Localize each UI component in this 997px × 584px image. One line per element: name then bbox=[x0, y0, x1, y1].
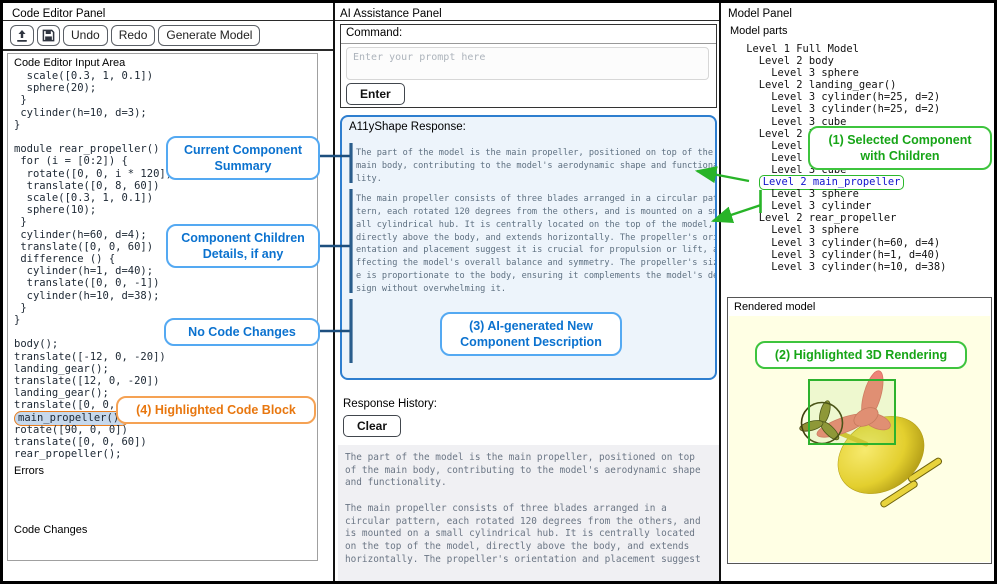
tree-items-after: Level 3 sphere Level 3 cylinder Level 2 … bbox=[740, 188, 946, 273]
upload-icon bbox=[15, 29, 29, 43]
code-text-after: rotate([90, 0, 0]) translate([0, 0, 60])… bbox=[14, 424, 147, 460]
undo-button[interactable]: Undo bbox=[63, 25, 108, 46]
save-button[interactable] bbox=[37, 25, 60, 46]
divider bbox=[341, 43, 716, 44]
code-editor-panel-title: Code Editor Panel bbox=[12, 8, 105, 20]
divider bbox=[335, 20, 719, 22]
callout-ai-generated-description: (3) AI-generated New Component Descripti… bbox=[440, 312, 622, 356]
clear-button[interactable]: Clear bbox=[343, 415, 401, 437]
response-history-label: Response History: bbox=[343, 398, 437, 410]
response-history-text: The part of the model is the main propel… bbox=[345, 452, 719, 566]
a11yshape-app-window: Code Editor Panel Undo Redo Generate Mod… bbox=[0, 0, 997, 584]
callout-highlighted-3d-rendering: (2) Highlighted 3D Rendering bbox=[755, 341, 967, 369]
code-editor-input-area-label: Code Editor Input Area bbox=[14, 57, 317, 69]
ai-assistance-panel-title: AI Assistance Panel bbox=[340, 8, 442, 20]
response-history-area[interactable]: The part of the model is the main propel… bbox=[338, 445, 719, 581]
a11yshape-response-label: A11yShape Response: bbox=[349, 121, 466, 133]
save-icon bbox=[42, 29, 55, 42]
command-section: Command: Enter bbox=[340, 24, 717, 108]
generate-model-button[interactable]: Generate Model bbox=[158, 25, 260, 46]
divider bbox=[3, 49, 333, 51]
rendered-model-label: Rendered model bbox=[734, 301, 815, 313]
redo-button[interactable]: Redo bbox=[111, 25, 156, 46]
callout-current-component-summary: Current Component Summary bbox=[166, 136, 320, 180]
callout-component-children-details: Component Children Details, if any bbox=[166, 224, 320, 268]
response-paragraph-summary: The part of the model is the main propel… bbox=[356, 147, 717, 186]
callout-no-code-changes: No Code Changes bbox=[164, 318, 320, 346]
prompt-input[interactable] bbox=[346, 47, 709, 80]
enter-button[interactable]: Enter bbox=[346, 83, 405, 105]
code-changes-section-label: Code Changes bbox=[14, 524, 317, 536]
model-panel-title: Model Panel bbox=[728, 8, 792, 20]
model-parts-label: Model parts bbox=[730, 25, 787, 37]
errors-section-label: Errors bbox=[14, 465, 317, 477]
render-highlight-rectangle bbox=[809, 380, 895, 444]
divider bbox=[3, 20, 333, 22]
command-label: Command: bbox=[346, 27, 402, 39]
code-text-before: scale([0.3, 1, 0.1]) sphere(20); } cylin… bbox=[14, 70, 172, 411]
code-editor-input-area[interactable]: Code Editor Input Area scale([0.3, 1, 0.… bbox=[7, 53, 318, 561]
upload-button[interactable] bbox=[10, 25, 34, 46]
response-paragraph-details: The main propeller consists of three bla… bbox=[356, 193, 717, 296]
panel-divider bbox=[719, 3, 721, 581]
code-editor-toolbar: Undo Redo Generate Model bbox=[10, 25, 260, 46]
callout-highlighted-code-block: (4) Highlighted Code Block bbox=[116, 396, 316, 424]
panel-divider bbox=[333, 3, 335, 581]
rendered-model-section: Rendered model bbox=[727, 297, 992, 564]
callout-selected-component: (1) Selected Component with Children bbox=[808, 126, 992, 170]
